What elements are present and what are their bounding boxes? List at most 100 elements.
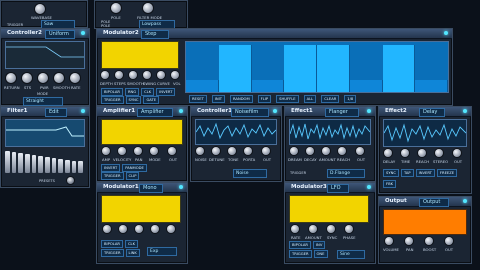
m1-knob-2[interactable] <box>119 225 127 233</box>
modulator2-tag[interactable]: Step <box>141 30 169 39</box>
clip-button[interactable]: CLIP <box>125 172 140 180</box>
m1-clk-button[interactable]: CLK <box>124 240 139 248</box>
depth-knob[interactable] <box>101 71 109 79</box>
oout-knob[interactable] <box>445 237 453 245</box>
random-button[interactable]: RANDOM <box>230 95 253 103</box>
dream-knob[interactable] <box>290 147 298 155</box>
filter-slider[interactable] <box>71 160 77 173</box>
rate-knob[interactable] <box>70 73 80 83</box>
tone-knob[interactable] <box>228 147 236 155</box>
m1-trigger-button[interactable]: TRIGGER <box>101 249 124 257</box>
modulator1-select[interactable]: Exp <box>147 247 177 256</box>
stereo-knob[interactable] <box>435 149 443 157</box>
tap-button[interactable]: TAP <box>400 169 414 177</box>
volume-knob[interactable] <box>385 237 393 245</box>
aout-knob[interactable] <box>168 147 176 155</box>
flip-button[interactable]: FLIP <box>257 95 272 103</box>
m3-bipolar-button[interactable]: BIPOLAR <box>289 241 311 249</box>
amode-knob[interactable] <box>150 147 158 155</box>
return-knob[interactable] <box>6 73 16 83</box>
step-bar[interactable] <box>349 79 383 92</box>
invert-button[interactable]: INVERT <box>156 88 176 96</box>
step-bar[interactable] <box>317 44 350 92</box>
reach2-knob[interactable] <box>418 149 426 157</box>
step-bar[interactable] <box>284 44 317 92</box>
modulator3-tag[interactable]: LFO <box>327 184 349 193</box>
e2sync-button[interactable]: SYNC <box>383 169 399 177</box>
clk-button[interactable]: CLK <box>141 88 155 96</box>
fbk-button[interactable]: FBK <box>383 180 397 188</box>
noise-knob[interactable] <box>196 147 204 155</box>
amount-knob[interactable] <box>322 147 330 155</box>
rate-select[interactable]: 1/8 <box>344 95 357 103</box>
controller1-tag[interactable]: Noisefilm <box>231 108 269 117</box>
step-bar[interactable] <box>382 44 416 92</box>
decay-knob[interactable] <box>306 147 314 155</box>
porta-knob[interactable] <box>244 147 252 155</box>
vol-knob[interactable] <box>171 71 179 79</box>
step-bar[interactable] <box>186 79 219 92</box>
smooth-knob[interactable] <box>54 73 64 83</box>
rng-button[interactable]: RNG <box>124 88 140 96</box>
boost-knob[interactable] <box>425 237 433 245</box>
modulator3-select[interactable]: Sine <box>337 250 365 259</box>
swing-knob[interactable] <box>143 71 151 79</box>
m3-sync-knob[interactable] <box>327 225 335 233</box>
bipolar-button[interactable]: BIPOLAR <box>101 88 123 96</box>
filter-slider[interactable] <box>25 153 30 173</box>
m3-phase-knob[interactable] <box>345 225 353 233</box>
m1-bipolar-button[interactable]: BIPOLAR <box>101 240 123 248</box>
step-bar[interactable] <box>251 79 285 92</box>
atrigger-button[interactable]: TRIGGER <box>101 172 124 180</box>
curve-knob[interactable] <box>157 71 165 79</box>
effect1-trigger[interactable]: TRIGGER <box>290 171 306 175</box>
filter-slider[interactable] <box>11 151 17 173</box>
filter-slider[interactable] <box>51 157 57 173</box>
m1-knob-3[interactable] <box>135 225 143 233</box>
trigger2-button[interactable]: TRIGGER <box>101 96 124 104</box>
velocity-knob[interactable] <box>118 147 126 155</box>
effect2-tag[interactable]: Delay <box>419 108 445 117</box>
filter-slider[interactable] <box>31 154 37 173</box>
filter-mode-knob[interactable] <box>143 3 153 13</box>
filter-slider[interactable] <box>5 150 10 173</box>
pan-knob[interactable] <box>134 147 142 155</box>
ainvert-button[interactable]: INVERT <box>101 164 121 172</box>
panmode-button[interactable]: PANMODE <box>122 164 147 172</box>
effect1-select[interactable]: D.Flange <box>327 169 365 178</box>
controller2-tag[interactable]: Uniform <box>45 30 75 39</box>
m3-amount-knob[interactable] <box>309 225 317 233</box>
e2invert-button[interactable]: INVERT <box>415 169 435 177</box>
filter-slider[interactable] <box>58 158 64 173</box>
opan-knob[interactable] <box>405 237 413 245</box>
sync-button[interactable]: SYNC <box>125 96 142 104</box>
reach-knob[interactable] <box>338 147 346 155</box>
sts-knob[interactable] <box>22 73 32 83</box>
m1-knob-1[interactable] <box>103 225 111 233</box>
step-bar[interactable] <box>218 44 252 92</box>
filter-slider[interactable] <box>65 159 70 173</box>
clear-button[interactable]: CLEAR <box>321 95 340 103</box>
pole-knob[interactable] <box>111 3 121 13</box>
reset-button[interactable]: RESET <box>189 95 207 103</box>
eout-knob[interactable] <box>356 147 364 155</box>
step-bar[interactable] <box>415 79 448 92</box>
cout-knob[interactable] <box>262 147 270 155</box>
m3-one-button[interactable]: ONE <box>313 250 328 258</box>
filter-slider[interactable] <box>78 161 84 173</box>
filter-slider[interactable] <box>45 156 50 173</box>
m1-knob-5[interactable] <box>167 225 175 233</box>
m1-knob-4[interactable] <box>151 225 159 233</box>
all-button[interactable]: ALL <box>303 95 317 103</box>
time-knob[interactable] <box>401 149 409 157</box>
freeze-button[interactable]: FREEZE <box>436 169 458 177</box>
shuffle-button[interactable]: SHUFFLE <box>276 95 299 103</box>
pwr-knob[interactable] <box>38 73 48 83</box>
mode-select[interactable]: Straight <box>23 97 63 106</box>
m1-link-button[interactable]: LINK <box>125 249 140 257</box>
filter-slider[interactable] <box>38 155 44 173</box>
smooth2-knob[interactable] <box>129 71 137 79</box>
init-button[interactable]: INIT <box>211 95 226 103</box>
modulator1-tag[interactable]: Mono <box>139 184 163 193</box>
gate-button[interactable]: GATE <box>143 96 160 104</box>
